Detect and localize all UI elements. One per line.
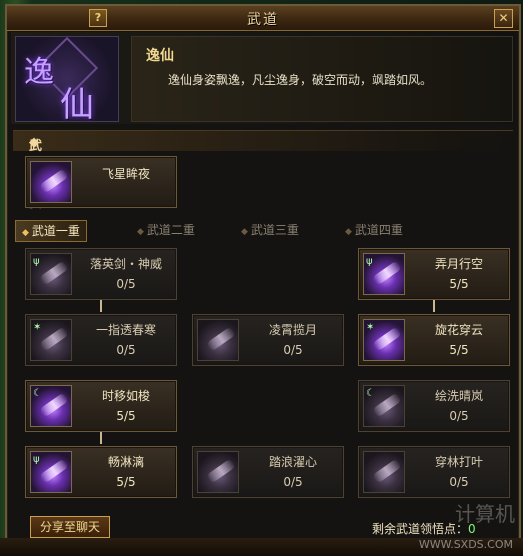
window-title: 武道: [247, 12, 279, 28]
skill-name: 凌霄揽月: [268, 323, 317, 337]
class-header: 逸 仙 逸仙 逸仙身姿飘逸，凡尘逸身，破空而动，飒踏如风。: [11, 32, 515, 124]
skill-points: 5/5: [116, 475, 136, 489]
skill-name: 穿林打叶: [434, 455, 483, 469]
diamond-icon: ◆: [345, 227, 352, 237]
class-name: 逸仙: [146, 48, 174, 64]
skill-name: 绘洗晴岚: [434, 389, 483, 403]
skill-icon: ψ: [30, 451, 72, 493]
watermark-site: WWW.SXDS.COM: [418, 538, 513, 551]
skill-card[interactable]: ☾ 时移如梭 5/5: [25, 380, 177, 432]
skill-points: 0/5: [449, 475, 469, 489]
class-info-panel: 逸仙 逸仙身姿飘逸，凡尘逸身，破空而动，飒踏如风。: [131, 36, 513, 122]
skill-card[interactable]: ✶ 一指透春寒 0/5: [25, 314, 177, 366]
skill-points: 5/5: [116, 409, 136, 423]
skill-points: 0/5: [116, 343, 136, 357]
skill-icon: [363, 451, 405, 493]
skill-name: 落英剑・神威: [89, 257, 162, 271]
skill-card[interactable]: ψ 弄月行空 5/5: [358, 248, 510, 300]
skill-card[interactable]: ✶ 旋花穿云 5/5: [358, 314, 510, 366]
summary-skill-icon: [30, 161, 72, 203]
connector-line: [433, 298, 435, 312]
skill-icon: ✶: [363, 319, 405, 361]
skill-name: 踏浪濯心: [268, 455, 317, 469]
skill-card[interactable]: ψ 落英剑・神威 0/5: [25, 248, 177, 300]
skill-points: 0/5: [283, 475, 303, 489]
skill-points: 0/5: [116, 277, 136, 291]
skill-name: 弄月行空: [434, 257, 483, 271]
tab-tier-2[interactable]: ◆ 武道二重: [131, 220, 201, 240]
title-bar: ? 武道 ✕: [7, 6, 519, 31]
connector-line: [100, 298, 102, 312]
tier-tabs: ◆ 武道一重 ◆ 武道二重 ◆ 武道三重 ◆ 武道四重: [13, 220, 513, 242]
watermark-logo: 计算机: [455, 502, 515, 526]
summary-section-header: ◆武道精要: [13, 130, 513, 211]
class-logo: 逸 仙: [15, 36, 119, 122]
skill-icon: ✶: [30, 319, 72, 361]
skill-points: 0/5: [449, 409, 469, 423]
diamond-icon: ◆: [137, 227, 144, 237]
skill-card[interactable]: 穿林打叶 0/5: [358, 446, 510, 498]
skill-icon: ☾: [363, 385, 405, 427]
share-to-chat-button[interactable]: 分享至聊天: [30, 516, 110, 538]
skill-icon: [197, 319, 239, 361]
skill-card[interactable]: ☾ 绘洗晴岚 0/5: [358, 380, 510, 432]
skill-icon: ψ: [363, 253, 405, 295]
skill-points: 5/5: [449, 343, 469, 357]
logo-char-1: 逸: [24, 55, 54, 90]
close-button[interactable]: ✕: [494, 9, 513, 28]
skill-icon: ☾: [30, 385, 72, 427]
skill-points: 0/5: [283, 343, 303, 357]
skill-icon: [197, 451, 239, 493]
tab-tier-4[interactable]: ◆ 武道四重: [339, 220, 409, 240]
skill-points: 5/5: [449, 277, 469, 291]
wudao-window: ? 武道 ✕ 逸 仙 逸仙 逸仙身姿飘逸，凡尘逸身，破空而动，飒踏如风。 ◆武道…: [5, 4, 521, 554]
remaining-points-label: 剩余武道领悟点：: [372, 522, 469, 536]
skill-card[interactable]: 凌霄揽月 0/5: [192, 314, 344, 366]
diamond-icon: ◆: [241, 227, 248, 237]
skill-name: 旋花穿云: [434, 323, 483, 337]
tab-tier-3[interactable]: ◆ 武道三重: [235, 220, 305, 240]
tab-tier-1[interactable]: ◆ 武道一重: [15, 220, 87, 242]
skill-name: 畅淋漓: [107, 455, 144, 469]
diamond-icon: ◆: [22, 228, 29, 238]
skill-card[interactable]: 踏浪濯心 0/5: [192, 446, 344, 498]
skill-card[interactable]: ψ 畅淋漓 5/5: [25, 446, 177, 498]
connector-line: [100, 430, 102, 444]
summary-skill-card[interactable]: 飞星眸夜: [25, 156, 177, 208]
skill-name: 一指透春寒: [95, 323, 156, 337]
class-description: 逸仙身姿飘逸，凡尘逸身，破空而动，飒踏如风。: [168, 73, 433, 87]
skill-icon: ψ: [30, 253, 72, 295]
skill-name: 时移如梭: [101, 389, 150, 403]
logo-char-2: 仙: [60, 85, 94, 122]
summary-skill-name: 飞星眸夜: [101, 167, 150, 181]
